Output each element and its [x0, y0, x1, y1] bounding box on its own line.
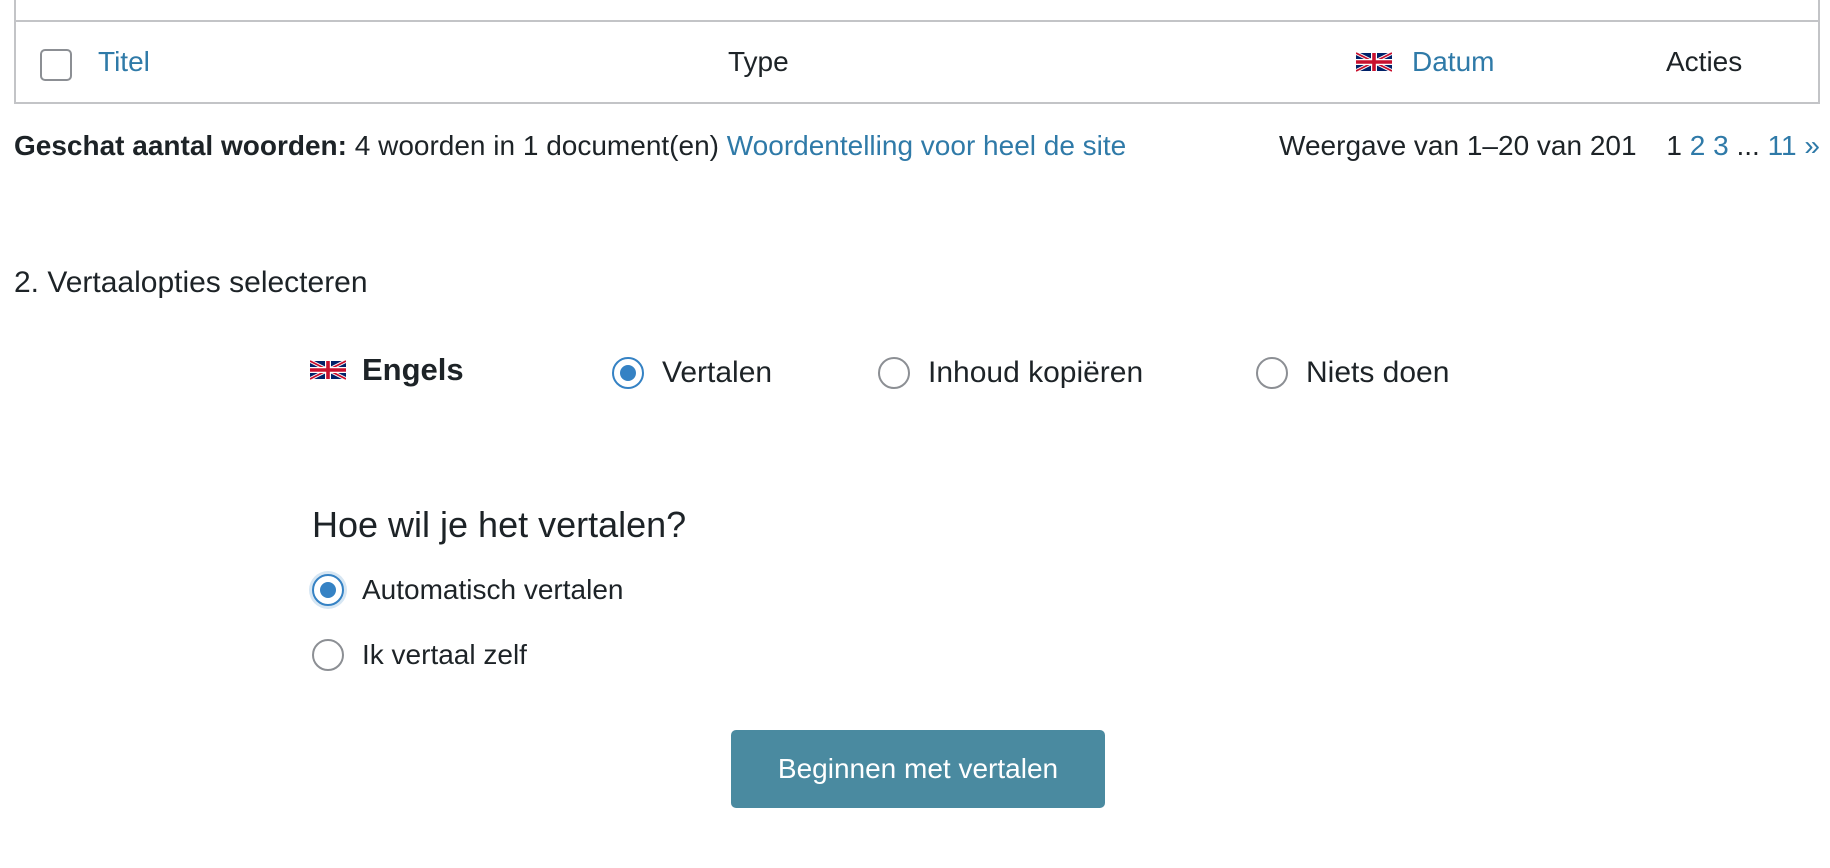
- page-current: 1: [1666, 130, 1682, 161]
- section-title: 2. Vertaalopties selecteren: [14, 266, 368, 299]
- select-all-checkbox[interactable]: [40, 49, 72, 81]
- language-name: Engels: [362, 352, 464, 387]
- do-nothing-radio[interactable]: [1256, 357, 1288, 389]
- translate-radio[interactable]: [612, 357, 644, 389]
- option-copy-content[interactable]: Inhoud kopiëren: [878, 356, 1143, 390]
- how-to-translate-heading: Hoe wil je het vertalen?: [312, 504, 687, 545]
- option-do-nothing[interactable]: Niets doen: [1256, 356, 1449, 390]
- table-header: Titel Type Datum Acties: [16, 22, 1818, 102]
- page-link-last[interactable]: 11: [1768, 130, 1797, 161]
- start-translating-button[interactable]: Beginnen met vertalen: [731, 730, 1105, 808]
- page-next-link[interactable]: »: [1804, 130, 1820, 161]
- column-date-sort-link[interactable]: Datum: [1412, 22, 1494, 102]
- translate-label: Vertalen: [662, 356, 773, 389]
- translate-myself-radio[interactable]: [312, 639, 344, 671]
- word-count-value: 4 woorden in 1 document(en): [354, 130, 719, 161]
- page-ellipsis: ...: [1736, 130, 1760, 161]
- translate-myself-label: Ik vertaal zelf: [362, 639, 527, 670]
- page-link-2[interactable]: 2: [1690, 130, 1706, 161]
- automatic-translate-radio[interactable]: [312, 574, 344, 606]
- automatic-translate-label: Automatisch vertalen: [362, 574, 624, 605]
- column-title-sort-link[interactable]: Titel: [98, 22, 150, 102]
- column-actions: Acties: [1666, 46, 1743, 77]
- documents-table: Titel Type Datum Acties: [14, 0, 1820, 104]
- site-word-count-link[interactable]: Woordentelling voor heel de site: [727, 130, 1127, 161]
- word-count-summary: Geschat aantal woorden: 4 woorden in 1 d…: [14, 130, 1126, 162]
- column-date-language: [1356, 22, 1392, 102]
- language-label: Engels: [310, 350, 464, 390]
- pagination: Weergave van 1–20 van 201 1 2 3 ... 11 »: [1279, 130, 1820, 162]
- option-translate-myself[interactable]: Ik vertaal zelf: [312, 639, 527, 671]
- column-type: Type: [728, 46, 789, 77]
- option-translate[interactable]: Vertalen: [612, 356, 772, 390]
- option-automatic-translate[interactable]: Automatisch vertalen: [312, 574, 623, 606]
- copy-content-label: Inhoud kopiëren: [928, 356, 1144, 389]
- language-options-row: Engels Vertalen Inhoud kopiëren Niets do…: [310, 350, 1510, 400]
- page-link-3[interactable]: 3: [1713, 130, 1729, 161]
- pagination-display-text: Weergave van 1–20 van 201: [1279, 130, 1637, 161]
- copy-content-radio[interactable]: [878, 357, 910, 389]
- do-nothing-label: Niets doen: [1306, 356, 1450, 389]
- uk-flag-icon: [1356, 51, 1392, 73]
- uk-flag-icon: [310, 359, 346, 381]
- word-count-label: Geschat aantal woorden:: [14, 130, 347, 161]
